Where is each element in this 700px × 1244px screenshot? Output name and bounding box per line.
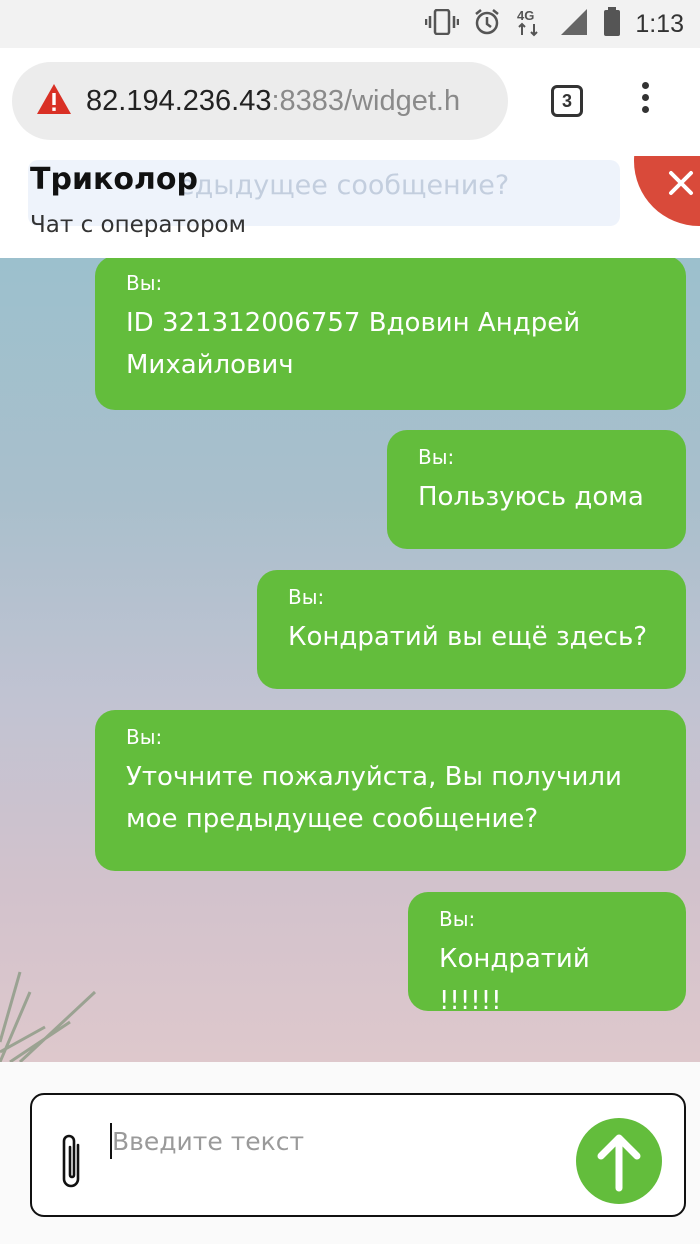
url-path: :8383/widget.h: [271, 84, 461, 117]
alarm-icon: [473, 8, 501, 40]
message-text: Пользуюсь дома: [418, 482, 644, 512]
message-sender: Вы:: [288, 585, 325, 609]
url-host: 82.194.236.43: [86, 84, 272, 117]
status-bar: 4G 1:13: [0, 0, 700, 48]
status-time: 1:13: [635, 9, 684, 38]
more-menu-icon[interactable]: [637, 82, 653, 122]
paperclip-icon[interactable]: [58, 1131, 86, 1197]
message-bubble: Вы: ID 321312006757 Вдовин Андрей Михайл…: [95, 258, 686, 410]
message-text: Кондратий !!!!!!: [439, 944, 590, 1016]
chat-messages[interactable]: Вы: ID 321312006757 Вдовин Андрей Михайл…: [0, 258, 700, 1062]
message-text: ID 321312006757 Вдовин Андрей Михайлович: [126, 308, 581, 380]
message-input[interactable]: [112, 1119, 552, 1163]
message-sender: Вы:: [126, 271, 163, 295]
arrow-up-icon: [597, 1134, 641, 1192]
battery-icon: [603, 7, 621, 41]
warning-icon[interactable]: [36, 83, 72, 119]
message-sender: Вы:: [439, 907, 476, 931]
browser-toolbar: 82.194.236.43:8383/widget.h 3: [0, 48, 700, 156]
url-text[interactable]: 82.194.236.43:8383/widget.h: [86, 85, 476, 118]
message-bubble: Вы: Кондратий !!!!!!: [408, 892, 686, 1016]
message-sender: Вы:: [418, 445, 455, 469]
signal-icon: [559, 8, 589, 40]
chat-title: Триколор: [30, 162, 198, 197]
message-input-box[interactable]: [30, 1093, 686, 1217]
close-icon: [669, 171, 693, 195]
network-4g-icon: 4G: [515, 7, 545, 41]
message-bubble: Вы: Кондратий вы ещё здесь?: [257, 570, 686, 689]
message-text: Уточните пожалуйста, Вы получили мое пре…: [126, 762, 622, 834]
tab-switcher-button[interactable]: 3: [551, 85, 583, 117]
message-composer: [0, 1062, 700, 1244]
address-bar[interactable]: 82.194.236.43:8383/widget.h: [12, 62, 508, 140]
send-button[interactable]: [576, 1118, 662, 1204]
palm-leaf-decoration: [0, 971, 97, 1062]
chat-header: едыдущее сообщение? Триколор Чат с опера…: [0, 156, 700, 259]
close-chat-button[interactable]: [634, 156, 700, 226]
chat-subtitle: Чат с оператором: [30, 212, 246, 238]
message-sender: Вы:: [126, 725, 163, 749]
message-bubble: Вы: Пользуюсь дома: [387, 430, 686, 549]
vibrate-icon: [425, 8, 460, 39]
message-text: Кондратий вы ещё здесь?: [288, 622, 648, 652]
status-icons: 4G 1:13: [425, 0, 684, 48]
message-bubble: Вы: Уточните пожалуйста, Вы получили мое…: [95, 710, 686, 871]
network-type-label: 4G: [517, 8, 534, 23]
